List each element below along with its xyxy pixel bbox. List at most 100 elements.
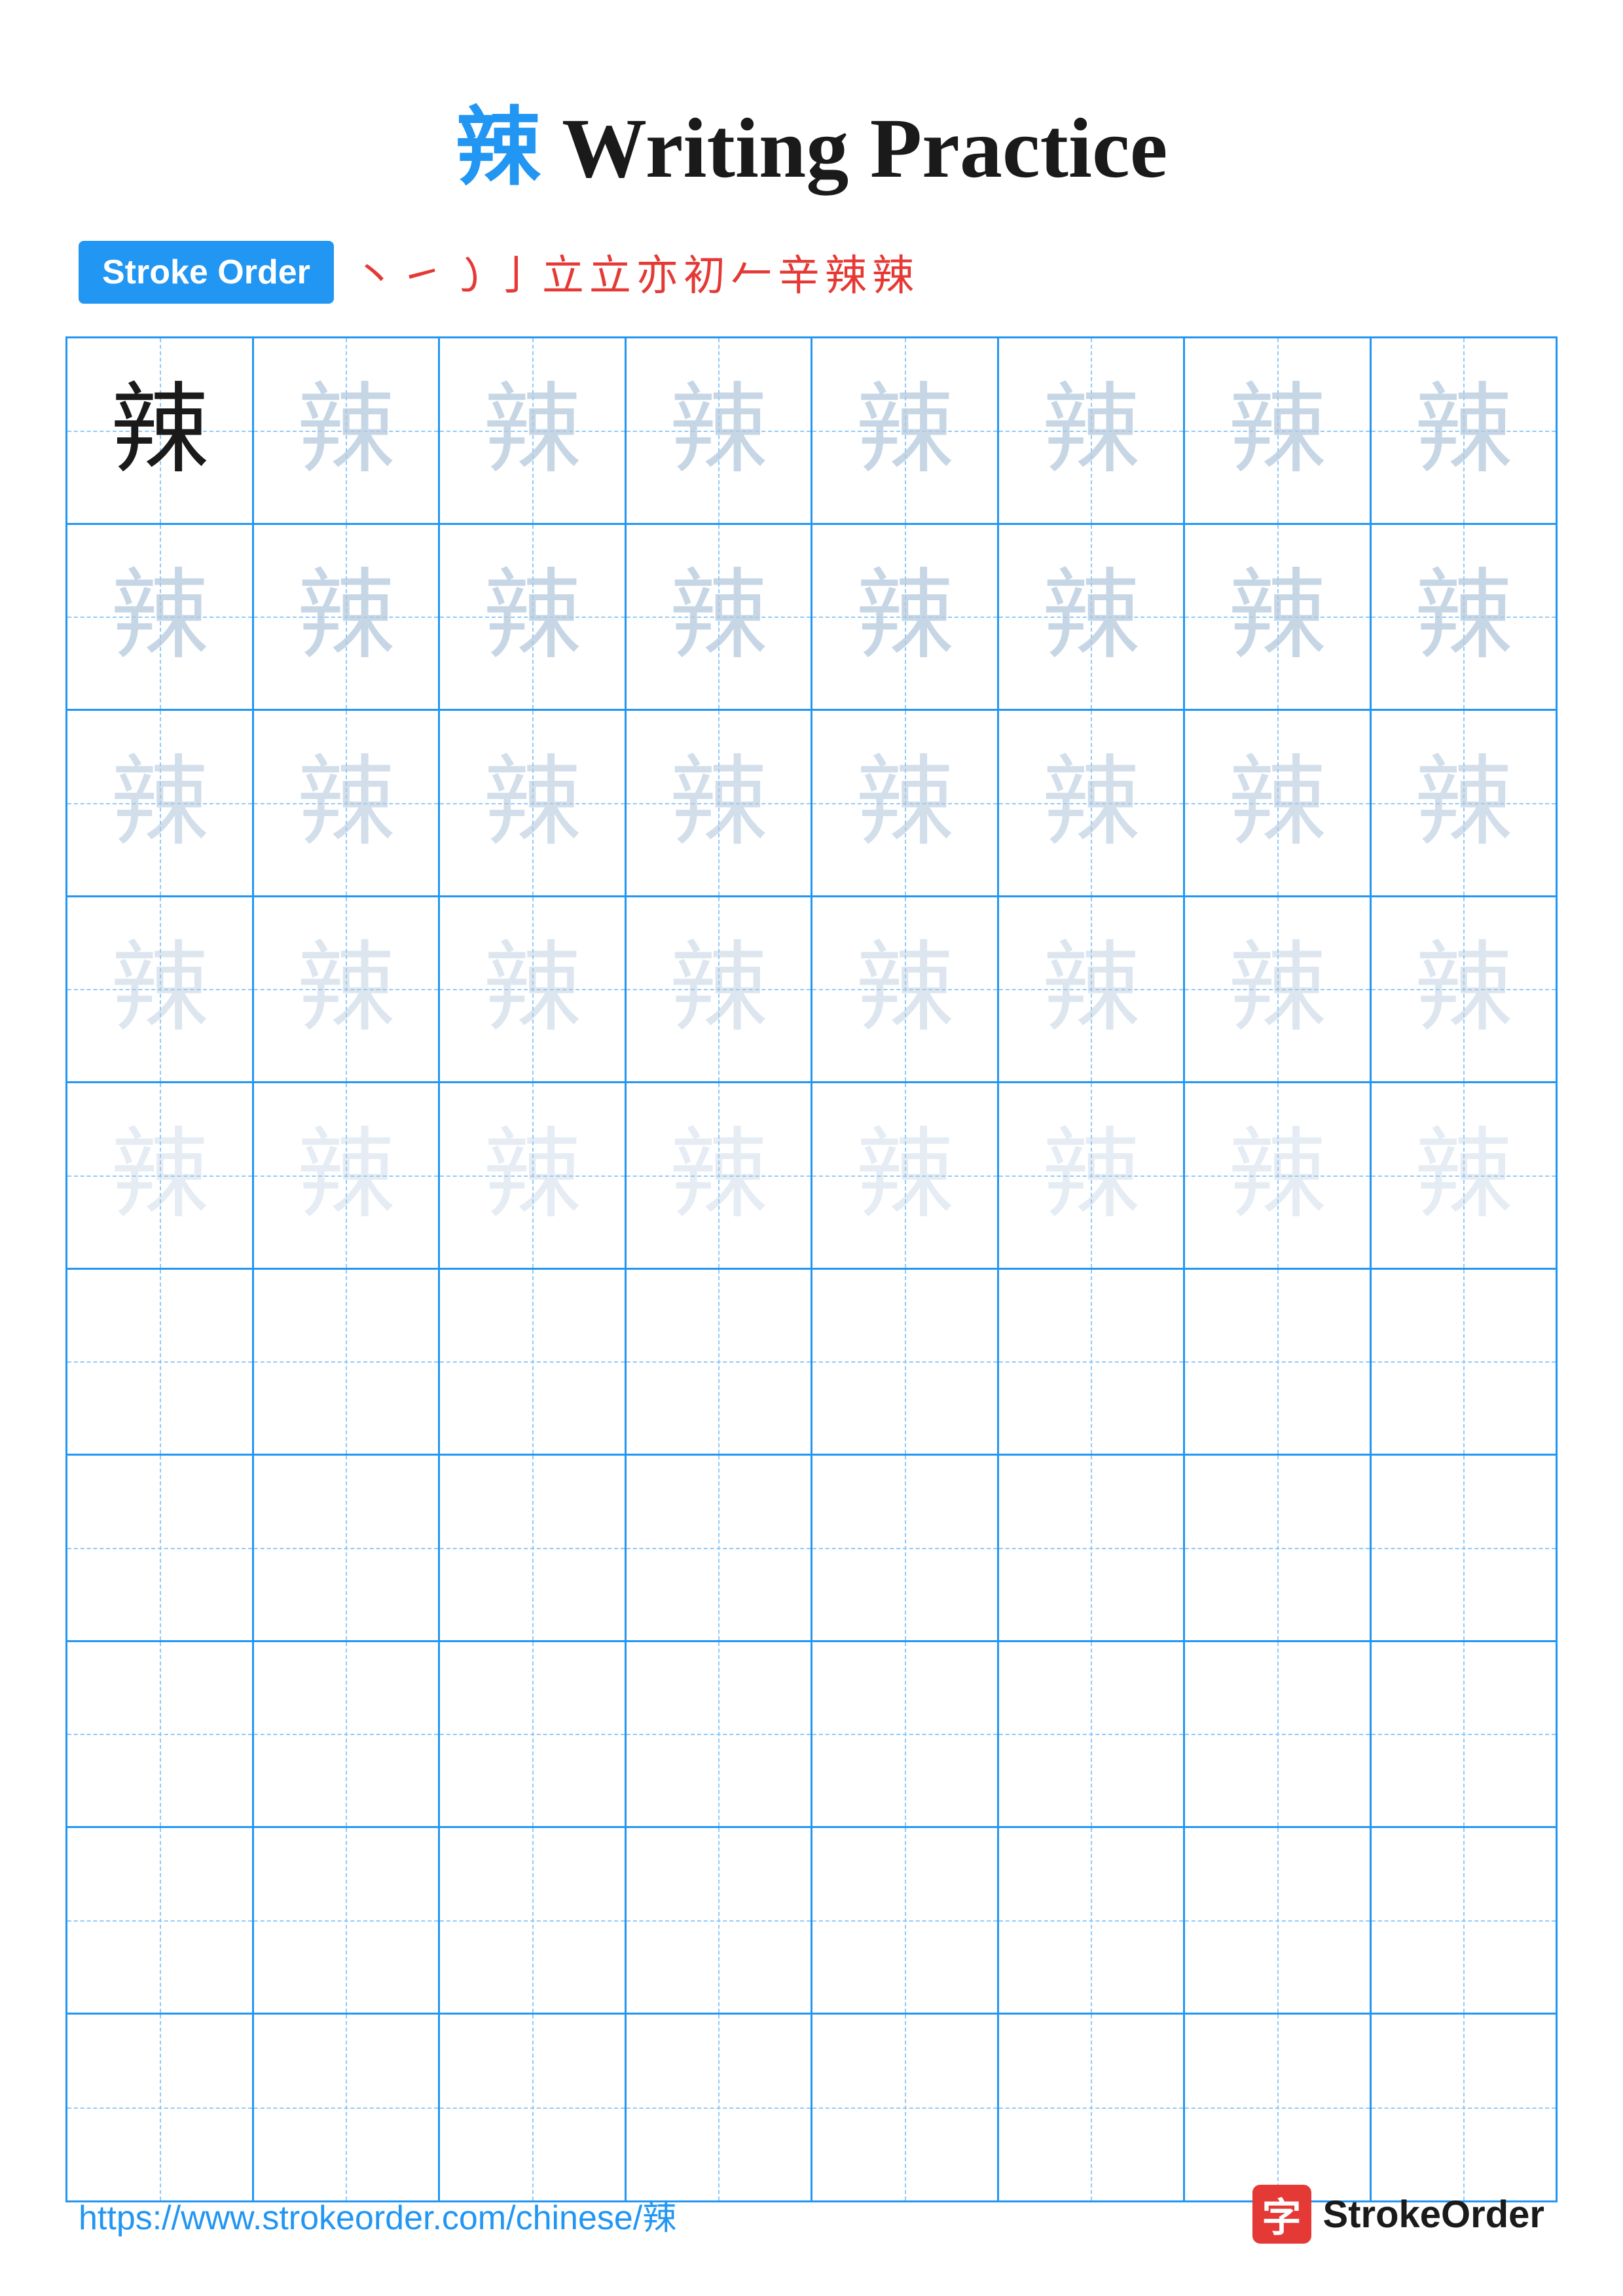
grid-cell[interactable]	[812, 1642, 999, 1829]
grid-cell[interactable]: 辣	[999, 525, 1186, 711]
grid-cell[interactable]: 辣	[999, 1083, 1186, 1270]
brand-name: StrokeOrder	[1323, 2193, 1544, 2236]
grid-row	[67, 1270, 1556, 1456]
grid-cell[interactable]: 辣	[812, 897, 999, 1084]
grid-cell[interactable]: 辣	[254, 338, 441, 525]
grid-cell[interactable]: 辣	[1185, 1083, 1372, 1270]
grid-cell[interactable]	[812, 1456, 999, 1642]
grid-cell[interactable]: 辣	[1185, 338, 1372, 525]
grid-cell[interactable]	[627, 1828, 813, 2015]
grid-cell[interactable]	[812, 1828, 999, 2015]
grid-cell[interactable]: 辣	[812, 525, 999, 711]
stroke-3: ㇁	[448, 242, 490, 302]
grid-cell[interactable]	[254, 1828, 441, 2015]
grid-cell[interactable]	[67, 1642, 254, 1829]
grid-cell[interactable]	[254, 2015, 441, 2201]
practice-char: 辣	[1042, 567, 1140, 666]
grid-cell[interactable]: 辣	[999, 711, 1186, 897]
grid-cell[interactable]	[67, 2015, 254, 2201]
footer-url[interactable]: https://www.strokeorder.com/chinese/辣	[79, 2190, 676, 2239]
grid-cell[interactable]: 辣	[254, 711, 441, 897]
grid-cell[interactable]	[67, 1828, 254, 2015]
grid-cell[interactable]: 辣	[999, 897, 1186, 1084]
grid-cell[interactable]	[67, 1456, 254, 1642]
practice-char: 辣	[856, 1126, 954, 1225]
grid-cell[interactable]: 辣	[1185, 525, 1372, 711]
grid-cell[interactable]: 辣	[67, 711, 254, 897]
grid-cell[interactable]	[440, 1456, 627, 1642]
grid-cell[interactable]: 辣	[627, 338, 813, 525]
grid-cell[interactable]: 辣	[67, 1083, 254, 1270]
grid-cell[interactable]: 辣	[1372, 711, 1556, 897]
grid-cell[interactable]: 辣	[999, 338, 1186, 525]
practice-char: 辣	[1042, 382, 1140, 480]
grid-cell[interactable]	[999, 2015, 1186, 2201]
grid-cell[interactable]	[440, 1270, 627, 1456]
grid-cell[interactable]: 辣	[627, 1083, 813, 1270]
grid-cell[interactable]	[999, 1642, 1186, 1829]
stroke-11: 辣	[825, 242, 867, 302]
grid-cell[interactable]: 辣	[254, 897, 441, 1084]
grid-cell[interactable]: 辣	[440, 897, 627, 1084]
grid-cell[interactable]	[1372, 1456, 1556, 1642]
grid-cell[interactable]	[254, 1642, 441, 1829]
grid-cell[interactable]: 辣	[627, 711, 813, 897]
grid-row: 辣辣辣辣辣辣辣辣	[67, 338, 1556, 525]
grid-cell[interactable]: 辣	[1185, 897, 1372, 1084]
grid-cell[interactable]: 辣	[67, 338, 254, 525]
grid-cell[interactable]: 辣	[254, 525, 441, 711]
grid-cell[interactable]	[627, 2015, 813, 2201]
grid-cell[interactable]	[67, 1270, 254, 1456]
grid-cell[interactable]	[440, 1642, 627, 1829]
grid-cell[interactable]	[999, 1270, 1186, 1456]
grid-cell[interactable]: 辣	[67, 525, 254, 711]
grid-cell[interactable]	[1372, 1270, 1556, 1456]
grid-cell[interactable]: 辣	[440, 525, 627, 711]
practice-char: 辣	[1042, 940, 1140, 1038]
grid-cell[interactable]	[999, 1456, 1186, 1642]
grid-cell[interactable]: 辣	[812, 711, 999, 897]
grid-cell[interactable]: 辣	[1372, 897, 1556, 1084]
grid-cell[interactable]	[1372, 1642, 1556, 1829]
grid-cell[interactable]	[254, 1456, 441, 1642]
grid-cell[interactable]: 辣	[812, 338, 999, 525]
grid-cell[interactable]	[627, 1456, 813, 1642]
stroke-12: 辣	[872, 242, 914, 302]
grid-cell[interactable]	[999, 1828, 1186, 2015]
grid-cell[interactable]: 辣	[440, 1083, 627, 1270]
grid-cell[interactable]: 辣	[1372, 338, 1556, 525]
grid-cell[interactable]	[1185, 1456, 1372, 1642]
practice-char: 辣	[297, 940, 395, 1038]
grid-cell[interactable]	[812, 1270, 999, 1456]
grid-row	[67, 1828, 1556, 2015]
grid-cell[interactable]	[1185, 1828, 1372, 2015]
grid-cell[interactable]: 辣	[440, 338, 627, 525]
grid-cell[interactable]: 辣	[1185, 711, 1372, 897]
grid-cell[interactable]	[1372, 1828, 1556, 2015]
grid-cell[interactable]: 辣	[812, 1083, 999, 1270]
grid-cell[interactable]: 辣	[254, 1083, 441, 1270]
grid-cell[interactable]: 辣	[440, 711, 627, 897]
grid-cell[interactable]	[627, 1270, 813, 1456]
grid-cell[interactable]	[1185, 2015, 1372, 2201]
practice-char: 辣	[1414, 940, 1512, 1038]
grid-cell[interactable]	[1185, 1642, 1372, 1829]
practice-char: 辣	[111, 940, 209, 1038]
grid-cell[interactable]: 辣	[627, 525, 813, 711]
stroke-5: 立	[542, 242, 584, 302]
practice-char: 辣	[297, 567, 395, 666]
grid-cell[interactable]	[440, 1828, 627, 2015]
practice-char: 辣	[1042, 754, 1140, 852]
grid-cell[interactable]	[627, 1642, 813, 1829]
practice-char: 辣	[483, 754, 581, 852]
grid-cell[interactable]: 辣	[1372, 525, 1556, 711]
grid-cell[interactable]: 辣	[67, 897, 254, 1084]
grid-cell[interactable]: 辣	[1372, 1083, 1556, 1270]
practice-char: 辣	[1414, 567, 1512, 666]
grid-cell[interactable]: 辣	[627, 897, 813, 1084]
grid-cell[interactable]	[1185, 1270, 1372, 1456]
grid-cell[interactable]	[254, 1270, 441, 1456]
grid-cell[interactable]	[1372, 2015, 1556, 2201]
grid-cell[interactable]	[812, 2015, 999, 2201]
grid-cell[interactable]	[440, 2015, 627, 2201]
